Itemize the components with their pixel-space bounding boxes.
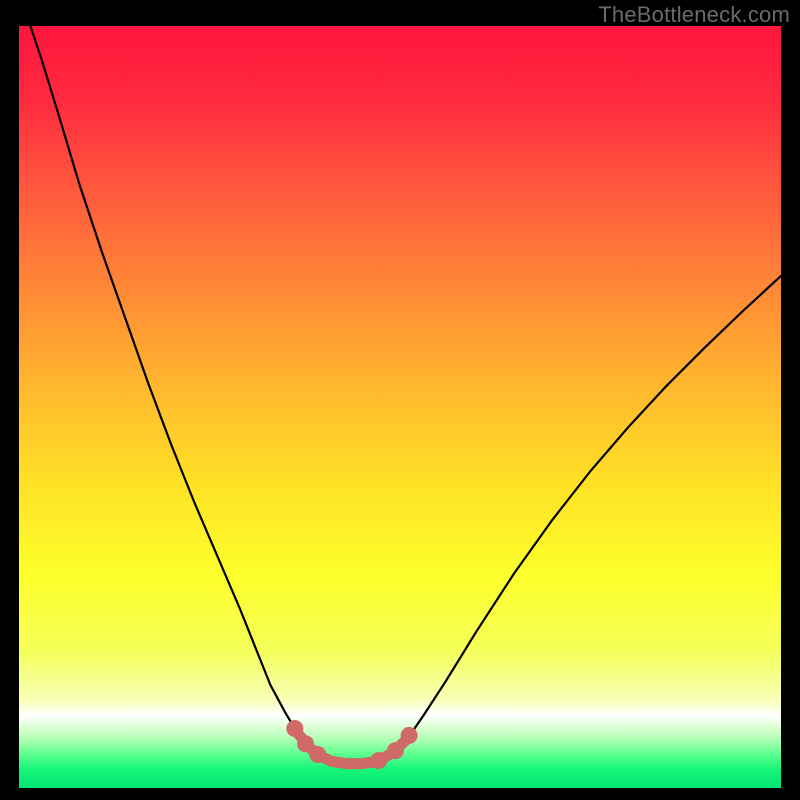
- trough-marker-dot: [309, 746, 326, 763]
- trough-marker-dot: [286, 720, 303, 737]
- chart-frame: TheBottleneck.com: [0, 0, 800, 800]
- trough-marker-dot: [370, 752, 387, 769]
- watermark-text: TheBottleneck.com: [598, 2, 790, 28]
- bottleneck-curve-chart: [19, 26, 781, 788]
- gradient-background: [19, 26, 781, 788]
- trough-marker-dot: [401, 727, 418, 744]
- trough-marker-dot: [387, 742, 404, 759]
- plot-area: [19, 26, 781, 788]
